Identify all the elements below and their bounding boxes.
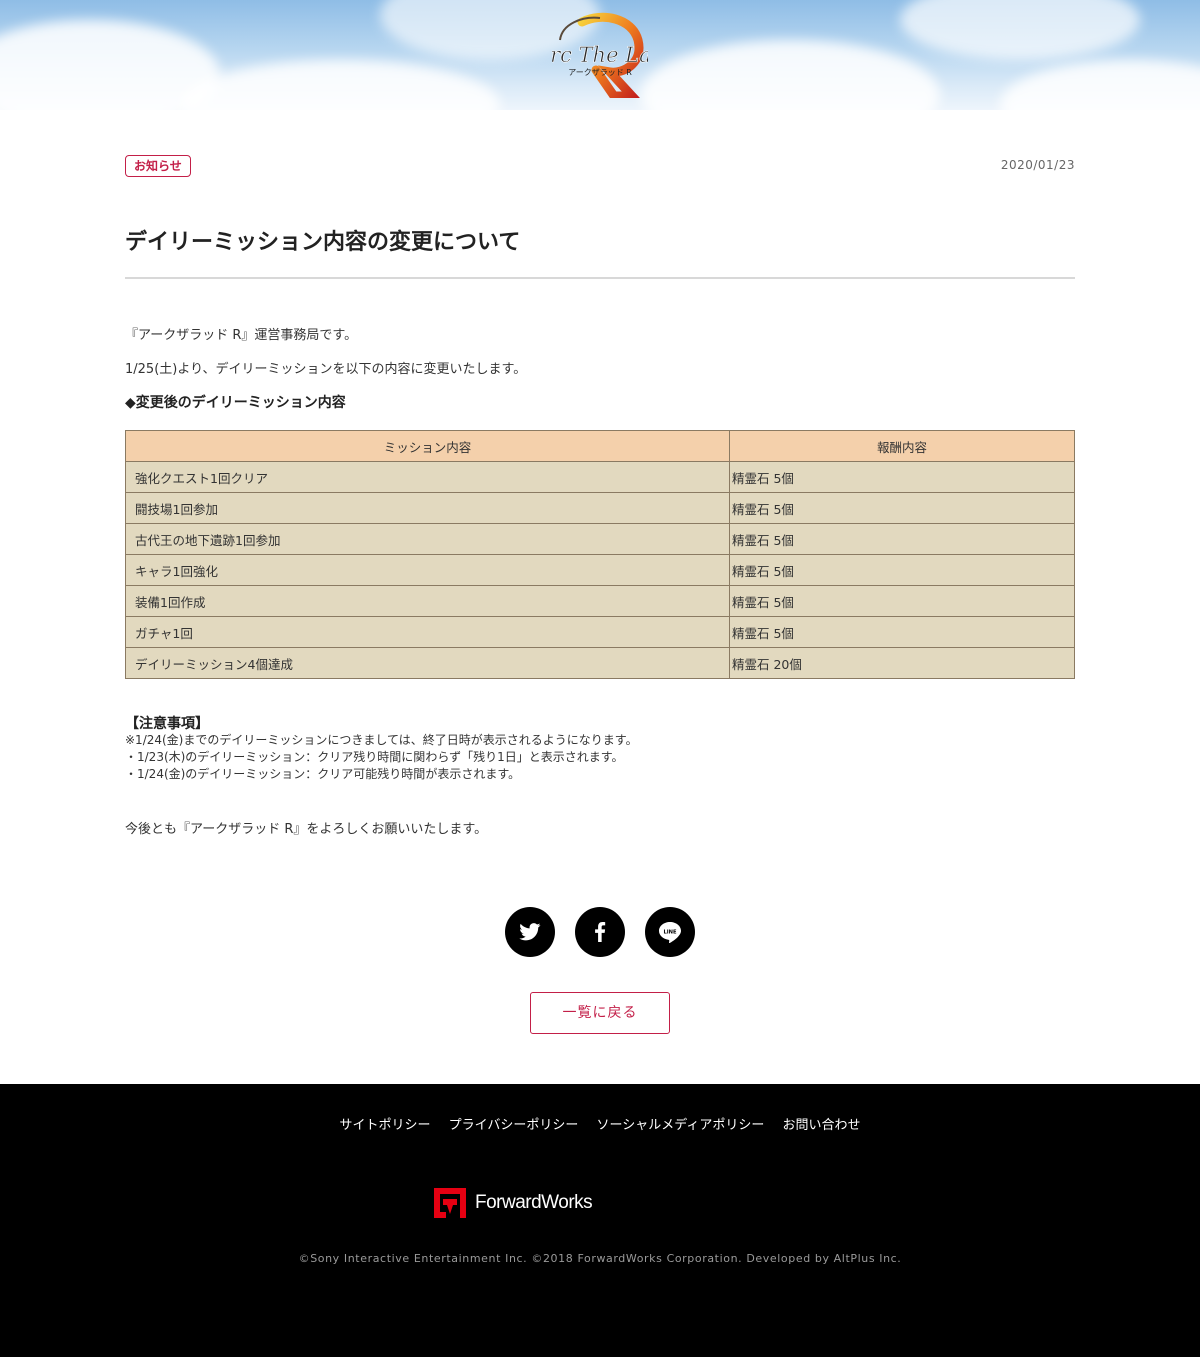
brand-name: ForwardWorks (475, 1192, 593, 1213)
twitter-share-button[interactable] (505, 907, 555, 957)
title-divider (125, 277, 1075, 279)
section-subheading: ◆変更後のデイリーミッション内容 (125, 395, 346, 411)
footer-link-contact[interactable]: お問い合わせ (783, 1118, 861, 1133)
forwardworks-logo[interactable]: ForwardWorks (433, 1187, 593, 1219)
closing-text: 今後とも『アークザラッド R』をよろしくお願いいたします。 (125, 822, 488, 837)
reward-cell: 精霊石 5個 (729, 492, 1075, 524)
table-row: 古代王の地下遺跡1回参加 精霊石 5個 (125, 523, 1075, 555)
svg-text:Arc The Lad: Arc The Lad (552, 43, 648, 67)
column-header-mission: ミッション内容 (125, 430, 730, 462)
reward-cell: 精霊石 5個 (729, 585, 1075, 617)
reward-cell: 精霊石 5個 (729, 554, 1075, 586)
svg-text:LINE: LINE (663, 930, 677, 936)
table-row: 闘技場1回参加 精霊石 5個 (125, 492, 1075, 524)
mission-cell: 装備1回作成 (125, 585, 730, 617)
notes-heading: 【注意事項】 (125, 716, 209, 732)
mission-table: ミッション内容 報酬内容 強化クエスト1回クリア 精霊石 5個 闘技場1回参加 … (125, 430, 1075, 679)
cloud (900, 0, 1140, 60)
table-header-row: ミッション内容 報酬内容 (125, 430, 1075, 462)
table-row: 強化クエスト1回クリア 精霊石 5個 (125, 461, 1075, 493)
mission-cell: 強化クエスト1回クリア (125, 461, 730, 493)
line-share-button[interactable]: LINE (645, 907, 695, 957)
back-to-list-button[interactable]: 一覧に戻る (530, 992, 670, 1034)
mission-cell: 闘技場1回参加 (125, 492, 730, 524)
footer-link-social-media-policy[interactable]: ソーシャルメディアポリシー (597, 1118, 765, 1133)
table-row: ガチャ1回 精霊石 5個 (125, 616, 1075, 648)
facebook-share-button[interactable] (575, 907, 625, 957)
footer-link-site-policy[interactable]: サイトポリシー (339, 1118, 430, 1133)
reward-cell: 精霊石 5個 (729, 616, 1075, 648)
reward-cell: 精霊石 5個 (729, 523, 1075, 555)
mission-cell: キャラ1回強化 (125, 554, 730, 586)
table-row: デイリーミッション4個達成 精霊石 20個 (125, 647, 1075, 679)
facebook-icon (595, 922, 606, 942)
column-header-reward: 報酬内容 (729, 430, 1075, 462)
reward-cell: 精霊石 5個 (729, 461, 1075, 493)
footer-link-privacy-policy[interactable]: プライバシーポリシー (449, 1118, 579, 1133)
notes-section: 【注意事項】 ※1/24(金)までのデイリーミッションにつきましては、終了日時が… (125, 716, 638, 783)
twitter-icon (519, 923, 541, 941)
svg-text:アークザラッド R: アークザラッド R (568, 68, 632, 77)
footer-nav: サイトポリシー プライバシーポリシー ソーシャルメディアポリシー お問い合わせ (0, 1114, 1200, 1133)
mission-cell: ガチャ1回 (125, 616, 730, 648)
mission-cell: デイリーミッション4個達成 (125, 647, 730, 679)
game-logo[interactable]: Arc The Lad アークザラッド R (533, 12, 665, 101)
note-line: ※1/24(金)までのデイリーミッションにつきましては、終了日時が表示されるよう… (125, 733, 638, 747)
table-row: キャラ1回強化 精霊石 5個 (125, 554, 1075, 586)
lead-text: 1/25(土)より、デイリーミッションを以下の内容に変更いたします。 (125, 362, 527, 377)
table-row: 装備1回作成 精霊石 5個 (125, 585, 1075, 617)
intro-text: 『アークザラッド R』運営事務局です。 (125, 328, 358, 343)
cloud (640, 40, 940, 110)
site-header: Arc The Lad アークザラッド R (0, 0, 1200, 110)
note-line: ・1/23(木)のデイリーミッション：クリア残り時間に関わらず「残り1日」と表示… (125, 750, 624, 764)
mission-cell: 古代王の地下遺跡1回参加 (125, 523, 730, 555)
cloud (180, 60, 500, 110)
reward-cell: 精霊石 20個 (729, 647, 1075, 679)
line-icon: LINE (659, 922, 681, 943)
cloud (1000, 60, 1200, 110)
note-line: ・1/24(金)のデイリーミッション：クリア可能残り時間が表示されます。 (125, 767, 521, 781)
category-badge: お知らせ (125, 155, 191, 177)
publish-date: 2020/01/23 (1000, 158, 1075, 172)
forwardworks-mark-icon (434, 1188, 466, 1218)
site-footer: サイトポリシー プライバシーポリシー ソーシャルメディアポリシー お問い合わせ … (0, 1084, 1200, 1357)
copyright-text: ©Sony Interactive Entertainment Inc. ©20… (298, 1252, 902, 1265)
article-title: デイリーミッション内容の変更について (125, 230, 521, 255)
